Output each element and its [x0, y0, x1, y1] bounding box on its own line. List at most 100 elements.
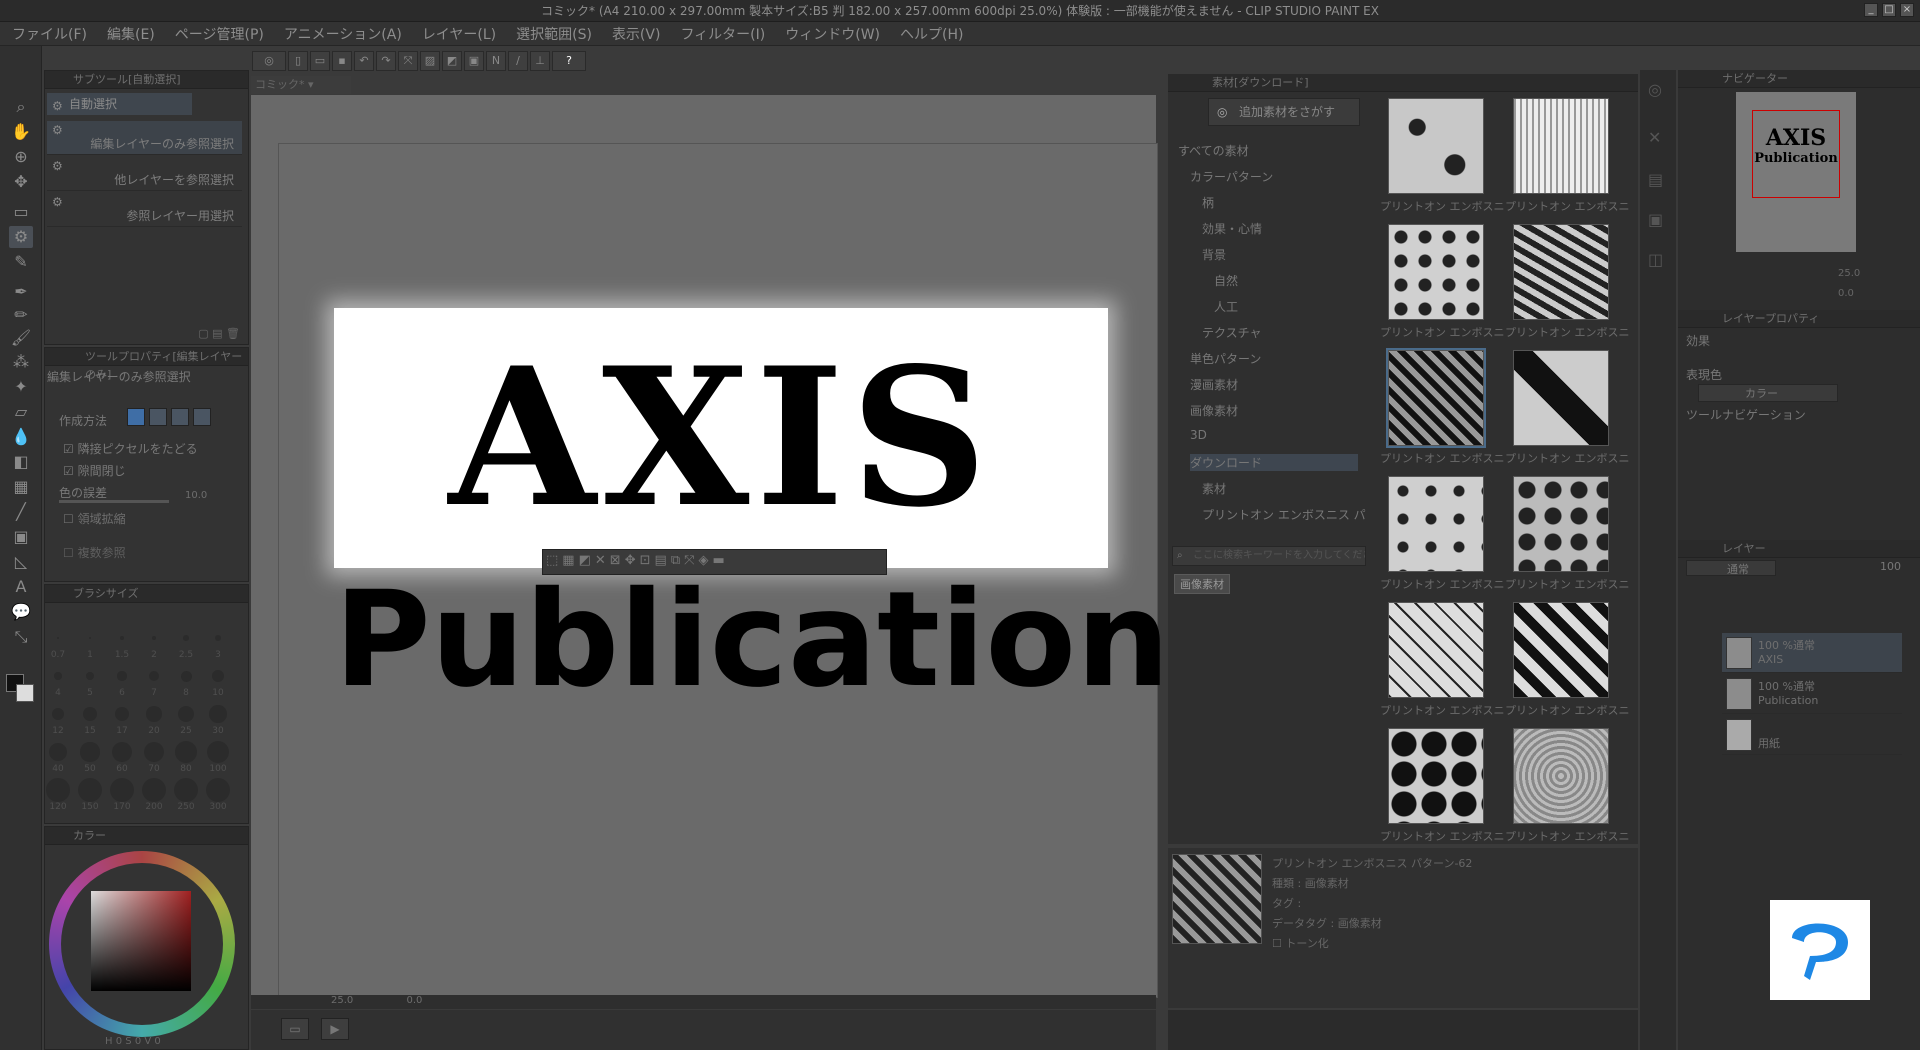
- shrink-icon[interactable]: ⊠: [610, 553, 621, 571]
- material-tree-item[interactable]: 背景: [1202, 246, 1226, 263]
- dock-icon[interactable]: ▣: [1648, 210, 1663, 229]
- deselect-icon[interactable]: ⬚: [546, 553, 558, 571]
- tolerance-value[interactable]: 10.0: [185, 490, 207, 501]
- brush-size-dot[interactable]: [51, 707, 65, 721]
- material-tile[interactable]: [1386, 348, 1486, 448]
- pen-tool-icon[interactable]: ✒: [9, 281, 33, 303]
- dock-icon[interactable]: ◎: [1648, 80, 1662, 99]
- copy-icon[interactable]: ▤: [655, 553, 667, 571]
- balloon-tool-icon[interactable]: 💬: [9, 601, 33, 623]
- layer-row-paper[interactable]: 用紙: [1722, 715, 1902, 755]
- snap-grid-icon[interactable]: ⊥: [530, 51, 550, 71]
- brush-size-dot[interactable]: [206, 740, 230, 764]
- menu-selection[interactable]: 選択範囲(S): [516, 24, 592, 44]
- navigator-rotate[interactable]: 0.0: [1838, 288, 1854, 299]
- menu-layer[interactable]: レイヤー(L): [422, 24, 496, 44]
- layer-row-axis[interactable]: 100 %通常 AXIS: [1722, 633, 1902, 673]
- copy-paste-icon[interactable]: ⧉: [671, 553, 680, 571]
- brush-size-dot[interactable]: [80, 742, 100, 762]
- timeline-icon[interactable]: ▭: [281, 1018, 309, 1040]
- brush-size-dot[interactable]: [174, 778, 198, 802]
- method-new-button[interactable]: [127, 408, 145, 426]
- zoom-in-tool-icon[interactable]: ⊕: [9, 146, 33, 168]
- brush-size-dot[interactable]: [177, 705, 195, 723]
- material-tree-item[interactable]: プリントオン エンボスニス パ: [1202, 506, 1366, 523]
- dock-icon[interactable]: ✕: [1648, 128, 1661, 147]
- brush-size-dot[interactable]: [212, 670, 224, 682]
- menu-view[interactable]: 表示(V): [612, 24, 661, 44]
- method-add-button[interactable]: [149, 408, 167, 426]
- material-search-input[interactable]: ⌕ ここに検索キーワードを入力してください: [1172, 546, 1366, 566]
- eyedropper-tool-icon[interactable]: ✎: [9, 251, 33, 273]
- subtool-item-edit-layer[interactable]: ⚙ 編集レイヤーのみ参照選択: [47, 121, 242, 155]
- fill-selection-icon[interactable]: ◩: [579, 553, 591, 571]
- brush-size-dot[interactable]: [85, 671, 95, 681]
- material-tile[interactable]: [1513, 476, 1609, 572]
- menu-filter[interactable]: フィルター(I): [680, 24, 765, 44]
- trim-icon[interactable]: ⊡: [640, 553, 651, 571]
- expand-option[interactable]: ☐ 領域拡縮: [63, 510, 126, 527]
- minimize-button[interactable]: _: [1864, 3, 1878, 17]
- adjacent-option[interactable]: ☑ 隣接ピクセルをたどる: [63, 440, 198, 457]
- material-tile[interactable]: [1388, 224, 1484, 320]
- brush-size-dot[interactable]: [114, 706, 130, 722]
- hue-wheel[interactable]: [49, 851, 235, 1037]
- maximize-button[interactable]: □: [1882, 3, 1896, 17]
- menu-page[interactable]: ページ管理(P): [175, 24, 264, 44]
- subtool-tab[interactable]: ⚙ 自動選択: [47, 93, 192, 115]
- method-intersect-button[interactable]: [193, 408, 211, 426]
- menu-animation[interactable]: アニメーション(A): [284, 24, 402, 44]
- help-icon[interactable]: ?: [552, 51, 586, 71]
- new-icon[interactable]: ▯: [288, 51, 308, 71]
- brush-size-dot[interactable]: [112, 742, 132, 762]
- material-tile[interactable]: [1388, 476, 1484, 572]
- scale-icon[interactable]: ✥: [625, 553, 636, 571]
- correct-line-tool-icon[interactable]: ⤡: [9, 626, 33, 648]
- brush-size-dot[interactable]: [88, 636, 92, 640]
- material-tile[interactable]: [1513, 728, 1609, 824]
- brush-size-dot[interactable]: [110, 778, 134, 802]
- frame-tool-icon[interactable]: ▣: [9, 526, 33, 548]
- method-sub-button[interactable]: [171, 408, 189, 426]
- move-tool-icon[interactable]: ✥: [9, 171, 33, 193]
- brush-size-dot[interactable]: [214, 634, 222, 642]
- transform-sel-icon[interactable]: ⤧: [684, 553, 694, 571]
- material-tile[interactable]: [1513, 98, 1609, 194]
- menu-file[interactable]: ファイル(F): [12, 24, 87, 44]
- airbrush-tool-icon[interactable]: ⁂: [9, 351, 33, 373]
- settings-icon[interactable]: ▬: [713, 553, 725, 571]
- brush-size-dot[interactable]: [180, 670, 192, 682]
- material-tile[interactable]: [1513, 224, 1609, 320]
- hand-tool-icon[interactable]: ✋: [9, 121, 33, 143]
- brush-size-dot[interactable]: [54, 672, 62, 680]
- material-tree-item[interactable]: 漫画素材: [1190, 376, 1238, 393]
- brush-size-dot[interactable]: [78, 778, 102, 802]
- material-tile[interactable]: [1388, 602, 1484, 698]
- sv-square[interactable]: [91, 891, 191, 991]
- undo-icon[interactable]: ↶: [354, 51, 374, 71]
- blend-tool-icon[interactable]: 💧: [9, 426, 33, 448]
- material-tile[interactable]: [1388, 728, 1484, 824]
- save-icon[interactable]: ▪: [332, 51, 352, 71]
- material-tree-item[interactable]: ダウンロード: [1190, 454, 1358, 471]
- brush-size-dot[interactable]: [117, 671, 127, 681]
- rect-select-tool-icon[interactable]: ▭: [9, 201, 33, 223]
- subtool-item-ref-layer[interactable]: ⚙ 参照レイヤー用選択: [47, 193, 242, 227]
- material-tag-chip[interactable]: 画像素材: [1174, 574, 1230, 594]
- navigator-preview[interactable]: AXIS Publication: [1736, 92, 1856, 252]
- open-icon[interactable]: ▭: [310, 51, 330, 71]
- redo-icon[interactable]: ↷: [376, 51, 396, 71]
- expand-icon[interactable]: ✕: [595, 553, 606, 571]
- dock-icon[interactable]: ◫: [1648, 250, 1663, 269]
- layer-row-publication[interactable]: 100 %通常 Publication: [1722, 674, 1902, 714]
- brush-size-dot[interactable]: [146, 706, 162, 722]
- find-material-button[interactable]: ◎ 追加素材をさがす: [1208, 98, 1360, 126]
- menu-window[interactable]: ウィンドウ(W): [785, 24, 880, 44]
- brush-tool-icon[interactable]: 🖌: [9, 327, 33, 349]
- material-tree-item[interactable]: すべての素材: [1178, 142, 1249, 159]
- fill-tool-icon[interactable]: ◧: [9, 451, 33, 473]
- material-tree-item[interactable]: カラーパターン: [1190, 168, 1273, 185]
- subtool-footer-icons[interactable]: ▢ ▤ 🗑: [198, 327, 240, 340]
- camera-icon[interactable]: ▶: [321, 1018, 349, 1040]
- navigator-zoom[interactable]: 25.0: [1838, 268, 1860, 279]
